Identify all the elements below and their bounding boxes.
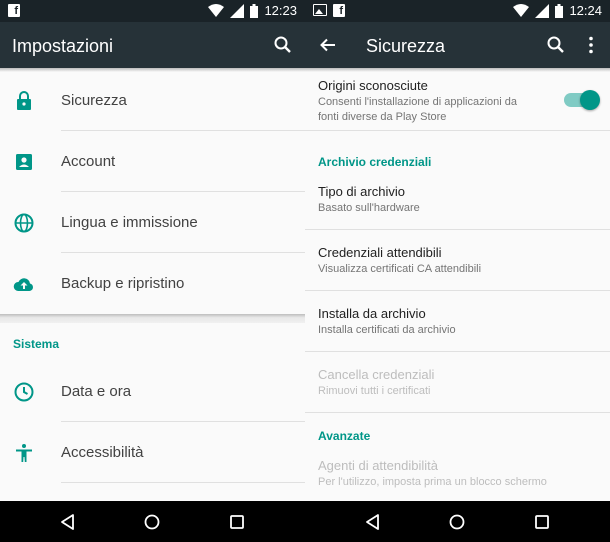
setting-title: Installa da archivio <box>318 306 426 321</box>
setting-subtitle: fonti diverse da Play Store <box>318 111 447 123</box>
section-header-archivio: Archivio credenziali <box>318 155 432 169</box>
setting-agenti-attendibilita: Agenti di attendibilità Per l'utilizzo, … <box>305 444 610 501</box>
section-header-sistema: Sistema <box>13 337 60 351</box>
app-toolbar: Impostazioni <box>0 22 305 68</box>
section-header-avanzate: Avanzate <box>318 429 371 443</box>
navigation-bar <box>0 501 610 542</box>
home-nav-icon[interactable] <box>446 511 468 533</box>
setting-subtitle: Installa certificati da archivio <box>318 324 456 336</box>
search-icon[interactable] <box>271 33 295 57</box>
back-arrow-icon[interactable] <box>316 33 340 57</box>
wifi-icon <box>513 4 530 17</box>
settings-item-account[interactable]: Account <box>0 131 305 192</box>
globe-icon <box>14 213 34 233</box>
setting-subtitle: Per l'utilizzo, imposta prima un blocco … <box>318 476 547 488</box>
settings-item-backup[interactable]: Backup e ripristino <box>0 253 305 314</box>
facebook-notification-icon: f <box>8 4 20 17</box>
clock-icon <box>14 382 34 402</box>
back-nav-icon[interactable] <box>57 511 79 533</box>
setting-subtitle: Rimuovi tutti i certificati <box>318 385 431 397</box>
settings-item-sicurezza[interactable]: Sicurezza <box>0 70 305 131</box>
battery-icon <box>555 4 564 18</box>
settings-item-data-ora[interactable]: Data e ora <box>0 361 305 422</box>
accessibility-icon <box>16 444 32 462</box>
setting-title: Credenziali attendibili <box>318 245 442 260</box>
origini-sconosciute-toggle[interactable] <box>564 90 600 110</box>
lock-icon <box>17 91 31 110</box>
image-notification-icon <box>313 4 327 16</box>
overflow-menu-icon[interactable] <box>579 33 603 57</box>
recents-nav-icon[interactable] <box>531 511 553 533</box>
settings-item-label: Lingua e immissione <box>61 214 198 231</box>
facebook-notification-icon: f <box>333 4 345 17</box>
setting-title: Agenti di attendibilità <box>318 458 438 473</box>
status-bar: f 12:24 <box>305 0 610 22</box>
security-screen: f 12:24 Sicurezza Origini sconosciute Co… <box>305 0 610 501</box>
setting-title: Origini sconosciute <box>318 78 428 93</box>
settings-item-lingua[interactable]: Lingua e immissione <box>0 192 305 253</box>
setting-tipo-archivio[interactable]: Tipo di archivio Basato sull'hardware <box>305 170 610 229</box>
settings-item-label: Data e ora <box>61 383 132 400</box>
settings-item-label: Backup e ripristino <box>61 275 185 292</box>
setting-installa-da-archivio[interactable]: Installa da archivio Installa certificat… <box>305 291 610 351</box>
status-bar: f 12:23 <box>0 0 305 22</box>
cell-signal-icon <box>535 4 550 18</box>
wifi-icon <box>208 4 225 17</box>
recents-nav-icon[interactable] <box>226 511 248 533</box>
search-icon[interactable] <box>544 33 568 57</box>
setting-title: Cancella credenziali <box>318 367 435 382</box>
status-clock: 12:24 <box>569 3 602 18</box>
settings-item-label: Sicurezza <box>61 92 127 109</box>
battery-icon <box>250 4 259 18</box>
back-nav-icon[interactable] <box>362 511 384 533</box>
setting-subtitle: Visualizza certificati CA attendibili <box>318 263 482 275</box>
settings-item-label: Accessibilità <box>61 444 144 461</box>
app-toolbar: Sicurezza <box>305 22 610 68</box>
setting-credenziali-attendibili[interactable]: Credenziali attendibili Visualizza certi… <box>305 230 610 290</box>
cloud-upload-icon <box>13 278 33 291</box>
home-nav-icon[interactable] <box>141 511 163 533</box>
setting-cancella-credenziali: Cancella credenziali Rimuovi tutti i cer… <box>305 352 610 412</box>
page-title: Impostazioni <box>12 36 114 56</box>
settings-item-label: Account <box>61 153 116 170</box>
setting-title: Tipo di archivio <box>318 184 405 199</box>
status-clock: 12:23 <box>264 3 297 18</box>
cell-signal-icon <box>230 4 245 18</box>
page-title: Sicurezza <box>366 36 446 56</box>
setting-subtitle: Consenti l'installazione di applicazioni… <box>318 96 517 108</box>
setting-subtitle: Basato sull'hardware <box>318 202 420 214</box>
settings-item-accessibilita[interactable]: Accessibilità <box>0 422 305 483</box>
account-box-icon <box>16 154 32 170</box>
settings-screen: f 12:23 Impostazioni Sicurezza Account L… <box>0 0 305 501</box>
